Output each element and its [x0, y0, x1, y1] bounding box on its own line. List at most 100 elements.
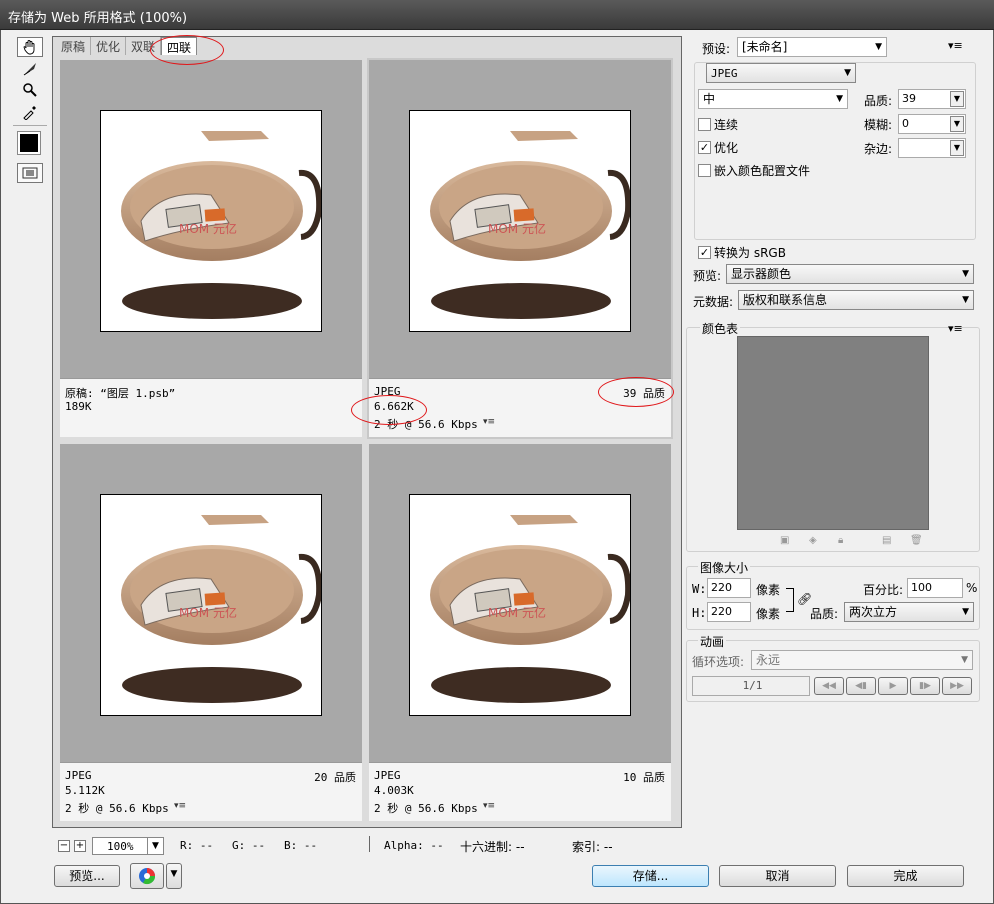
- tool-divider: [13, 125, 47, 126]
- constrain-bracket: [786, 588, 794, 612]
- save-button[interactable]: 存储...: [592, 865, 709, 887]
- annotation-circle-tab: [150, 35, 224, 65]
- preview-pane-original[interactable]: MOM 元亿 原稿: “图层 1.psb” 189K: [60, 60, 362, 437]
- zoom-out-button[interactable]: −: [58, 840, 70, 852]
- pane-quality: 20 品质: [314, 771, 356, 784]
- metadata-label: 元数据:: [693, 295, 734, 309]
- quality-label: 品质:: [864, 94, 893, 108]
- quality-level-select[interactable]: 中 ▼: [698, 89, 848, 109]
- preview-mode-select[interactable]: 显示器颜色 ▼: [726, 264, 974, 284]
- eyedropper-color-swatch[interactable]: [17, 131, 41, 155]
- resample-quality-label: 品质:: [810, 607, 839, 621]
- color-table-menu-icon[interactable]: ▾≡: [948, 322, 963, 335]
- product-image: MOM 元亿: [100, 494, 322, 716]
- resample-quality-select[interactable]: 两次立方 ▼: [844, 602, 974, 622]
- eyedropper-icon[interactable]: [17, 102, 43, 122]
- resample-quality-value: 两次立方: [849, 605, 898, 619]
- loop-value: 永远: [756, 653, 781, 667]
- window-title: 存储为 Web 所用格式 (100%): [8, 11, 188, 26]
- percent-unit: %: [966, 581, 978, 595]
- previous-frame-button[interactable]: ◀▮: [846, 677, 876, 695]
- done-button[interactable]: 完成: [847, 865, 964, 887]
- convert-srgb-checkbox[interactable]: ✓: [698, 246, 711, 259]
- metadata-select[interactable]: 版权和联系信息 ▼: [738, 290, 974, 310]
- blur-slider-toggle[interactable]: ▼: [950, 116, 964, 132]
- toggle-slices-visibility-button[interactable]: [17, 163, 43, 183]
- embed-profile-label: 嵌入颜色配置文件: [714, 164, 811, 178]
- pane-menu-icon[interactable]: ▾≡: [174, 801, 186, 811]
- product-image: MOM 元亿: [409, 494, 631, 716]
- map-color-icon[interactable]: ▣: [780, 535, 789, 546]
- browser-preview-button[interactable]: [130, 863, 164, 889]
- image-canvas: MOM 元亿: [369, 60, 671, 378]
- color-table-title: 颜色表: [700, 320, 741, 337]
- zoom-in-button[interactable]: +: [74, 840, 86, 852]
- settings-menu-icon[interactable]: ▾≡: [948, 39, 963, 52]
- width-label: W:: [692, 582, 707, 596]
- pane-quality: 10 品质: [623, 771, 665, 784]
- annotation-circle-size: [351, 395, 427, 425]
- optimized-label: 优化: [714, 141, 739, 155]
- preset-select[interactable]: [未命名] ▼: [737, 37, 887, 57]
- product-image: MOM 元亿: [100, 110, 322, 332]
- chain-link-icon[interactable]: 🔗︎: [797, 592, 812, 606]
- embed-profile-checkbox[interactable]: [698, 164, 711, 177]
- first-frame-button[interactable]: ◀◀: [814, 677, 844, 695]
- progressive-checkbox[interactable]: [698, 118, 711, 131]
- product-image: MOM 元亿: [409, 110, 631, 332]
- pane-menu-icon[interactable]: ▾≡: [483, 417, 495, 427]
- title-bar: 存储为 Web 所用格式 (100%): [0, 0, 994, 30]
- pane-size: 5.112K: [65, 784, 105, 797]
- chevron-down-icon[interactable]: ▼: [950, 140, 964, 156]
- slice-select-icon[interactable]: [17, 59, 43, 79]
- pane-format: 原稿: “图层 1.psb”: [65, 387, 176, 400]
- chevron-down-icon: ▼: [961, 655, 968, 665]
- loop-select[interactable]: 永远 ▼: [751, 650, 973, 670]
- format-value: JPEG: [711, 67, 738, 80]
- blur-label: 模糊:: [864, 118, 893, 132]
- optimized-checkbox[interactable]: ✓: [698, 141, 711, 154]
- zoom-icon[interactable]: [17, 80, 43, 100]
- play-button[interactable]: ▶: [878, 677, 908, 695]
- image-watermark: MOM 元亿: [179, 605, 237, 620]
- preview-pane-4[interactable]: MOM 元亿 JPEG 10 品质 4.003K 2 秒 @ 56.6 Kbps…: [369, 444, 671, 821]
- last-frame-button[interactable]: ▶▶: [942, 677, 972, 695]
- next-frame-button[interactable]: ▮▶: [910, 677, 940, 695]
- browser-select-dropdown[interactable]: ▼: [166, 863, 182, 889]
- new-color-icon[interactable]: ▤: [882, 535, 891, 546]
- annotation-circle-quality: [598, 377, 674, 407]
- hand-tool-icon[interactable]: [17, 37, 43, 57]
- pane-info: JPEG 20 品质 5.112K 2 秒 @ 56.6 Kbps ▾≡: [60, 762, 362, 821]
- readout-alpha: Alpha: --: [384, 839, 444, 852]
- readout-r: R: --: [180, 839, 214, 852]
- chevron-down-icon: ▼: [844, 68, 851, 78]
- pane-download-time: 2 秒 @ 56.6 Kbps: [65, 802, 169, 815]
- image-size-title: 图像大小: [698, 559, 751, 576]
- zoom-select[interactable]: 100% ▼: [92, 837, 164, 855]
- height-input[interactable]: 220: [707, 602, 751, 622]
- percent-input[interactable]: 100: [907, 578, 963, 598]
- preview-mode-value: 显示器颜色: [731, 267, 792, 281]
- web-shift-icon[interactable]: ◈: [809, 535, 817, 546]
- pane-info: 原稿: “图层 1.psb” 189K: [60, 378, 362, 437]
- tab-original[interactable]: 原稿: [56, 37, 92, 55]
- quality-slider-toggle[interactable]: ▼: [950, 91, 964, 107]
- readout-index: 索引: --: [572, 840, 613, 854]
- blur-value: 0: [902, 117, 909, 130]
- format-select[interactable]: JPEG ▼: [706, 63, 856, 83]
- frame-counter-value: 1/1: [742, 679, 763, 692]
- trash-icon[interactable]: 🗑︎: [910, 535, 923, 546]
- image-watermark: MOM 元亿: [488, 221, 546, 236]
- width-value: 220: [711, 581, 732, 594]
- pane-menu-icon[interactable]: ▾≡: [483, 801, 495, 811]
- quality-level-value: 中: [703, 92, 716, 106]
- preset-label: 预设:: [702, 42, 731, 56]
- preview-pane-3[interactable]: MOM 元亿 JPEG 20 品质 5.112K 2 秒 @ 56.6 Kbps…: [60, 444, 362, 821]
- width-input[interactable]: 220: [707, 578, 751, 598]
- pane-size: 189K: [65, 400, 92, 413]
- cancel-button[interactable]: 取消: [719, 865, 836, 887]
- tab-optimized[interactable]: 优化: [91, 37, 127, 55]
- zoom-value: 100%: [107, 840, 134, 853]
- lock-icon[interactable]: 🔒︎: [838, 535, 843, 546]
- preview-button[interactable]: 预览...: [54, 865, 120, 887]
